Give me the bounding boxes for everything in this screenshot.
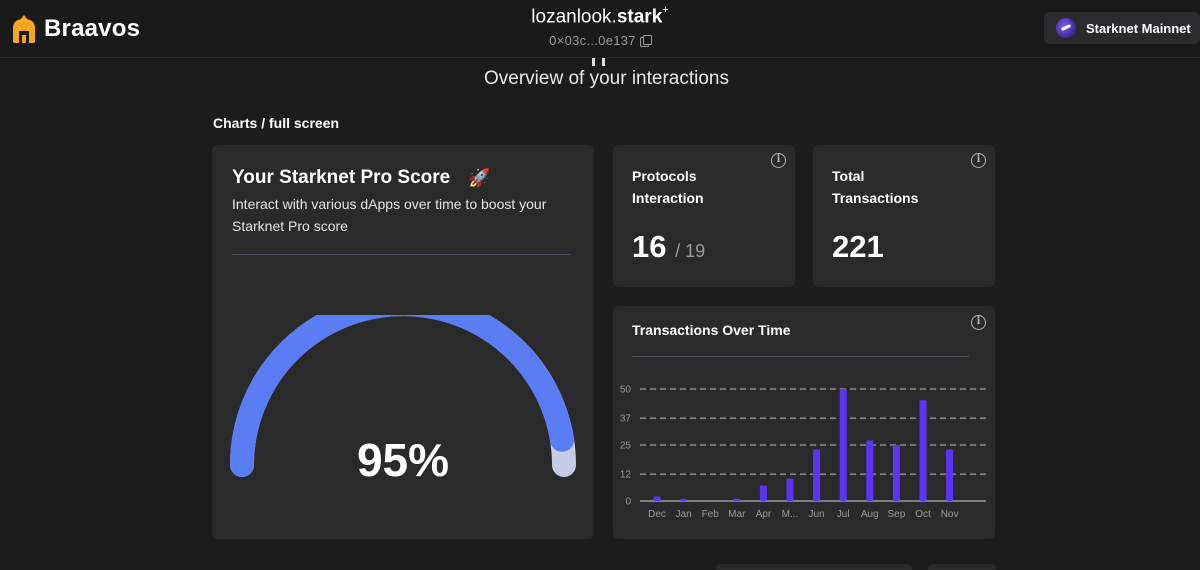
- protocols-value: 16: [632, 229, 667, 264]
- chart-bar: [786, 478, 794, 501]
- x-tick-label: Feb: [702, 509, 720, 520]
- score-value: 95%: [356, 434, 450, 486]
- chart-divider: [632, 356, 969, 357]
- chart-bar: [680, 498, 688, 501]
- copy-icon[interactable]: [639, 35, 652, 48]
- protocols-title-line2: Interaction: [632, 190, 704, 206]
- chart-bar: [813, 449, 821, 501]
- pro-score-title: Your Starknet Pro Score: [232, 167, 451, 188]
- account-name[interactable]: lozanlook.stark+: [450, 4, 750, 28]
- page-subtitle: Overview of your interactions: [484, 68, 729, 89]
- bottom-element: [928, 564, 996, 570]
- logo-text: Braavos: [44, 15, 141, 42]
- transactions-value: 221: [832, 229, 884, 264]
- x-tick-label: Sep: [888, 509, 906, 520]
- y-tick-label: 25: [620, 441, 632, 452]
- account-name-mark: +: [662, 4, 669, 16]
- network-label: Starknet Mainnet: [1086, 20, 1191, 36]
- x-tick-label: M...: [782, 509, 799, 520]
- pro-score-title-row: Your Starknet Pro Score 🚀: [232, 167, 491, 189]
- transactions-card-title: Total Transactions: [832, 165, 918, 209]
- chart-bar: [919, 400, 927, 501]
- title-fragment: [592, 58, 606, 66]
- transactions-title-line1: Total: [832, 168, 865, 184]
- y-tick-label: 37: [620, 414, 632, 425]
- protocols-count: 16 / 19: [632, 229, 705, 265]
- x-tick-label: Jan: [676, 509, 692, 520]
- account-name-plain: lozanlook.: [531, 6, 617, 28]
- braavos-logo[interactable]: Braavos: [10, 14, 140, 44]
- protocols-total: / 19: [675, 241, 706, 261]
- x-tick-label: Mar: [728, 509, 746, 520]
- transactions-title-line2: Transactions: [832, 190, 919, 206]
- braavos-logo-icon: [13, 15, 35, 43]
- chart-bar: [892, 445, 900, 501]
- chart-bar: [759, 485, 767, 501]
- info-icon[interactable]: i: [971, 153, 986, 168]
- bottom-element: [716, 564, 912, 570]
- x-tick-label: Apr: [756, 509, 772, 520]
- pro-score-description: Interact with various dApps over time to…: [232, 196, 547, 234]
- account-name-domain: stark: [616, 6, 663, 28]
- info-icon[interactable]: i: [971, 315, 986, 330]
- x-tick-label: Jun: [809, 509, 825, 520]
- y-tick-label: 0: [625, 497, 631, 508]
- x-tick-label: Oct: [915, 509, 931, 520]
- x-tick-label: Jul: [837, 509, 850, 520]
- chart-bar: [946, 449, 954, 501]
- total-transactions-card: Total Transactions i 221: [813, 145, 995, 287]
- chart-bar: [866, 440, 874, 501]
- account-info: lozanlook.stark+ 0×03c...0e137: [450, 4, 750, 48]
- transactions-bar-chart: 0 12 25 37 50 Dec Jan Feb Mar Apr M... Jun Jul Aug Sep…: [620, 385, 986, 520]
- chart-bar: [653, 496, 661, 501]
- x-tick-label: Nov: [941, 509, 959, 520]
- chart-bar: [733, 498, 741, 501]
- protocols-title-line1: Protocols: [632, 168, 697, 184]
- account-address-row: 0×03c...0e137: [450, 33, 750, 48]
- pro-score-card: Your Starknet Pro Score 🚀 Interact with …: [212, 145, 594, 539]
- account-address: 0×03c...0e137: [549, 33, 636, 49]
- chart-title: Transactions Over Time: [632, 322, 791, 338]
- score-divider: [232, 254, 570, 255]
- chart-bar: [839, 389, 847, 501]
- y-tick-label: 12: [620, 470, 632, 481]
- network-selector-button[interactable]: Starknet Mainnet: [1044, 12, 1200, 44]
- protocols-card-title: Protocols Interaction: [632, 165, 704, 209]
- top-bar: Braavos lozanlook.stark+ 0×03c...0e137 S…: [0, 0, 1200, 58]
- x-tick-label: Dec: [648, 509, 666, 520]
- starknet-network-icon: [1056, 18, 1076, 38]
- section-label: Charts / full screen: [213, 115, 340, 131]
- transactions-over-time-card: 0 12 25 37 50 Dec Jan Feb Mar Apr M... Jun Jul Aug Sep…: [613, 306, 995, 539]
- rocket-icon: 🚀: [468, 167, 491, 188]
- x-tick-label: Aug: [861, 509, 879, 520]
- protocols-interaction-card: Protocols Interaction i 16 / 19: [613, 145, 795, 287]
- info-icon[interactable]: i: [771, 153, 786, 168]
- y-tick-label: 50: [620, 385, 632, 396]
